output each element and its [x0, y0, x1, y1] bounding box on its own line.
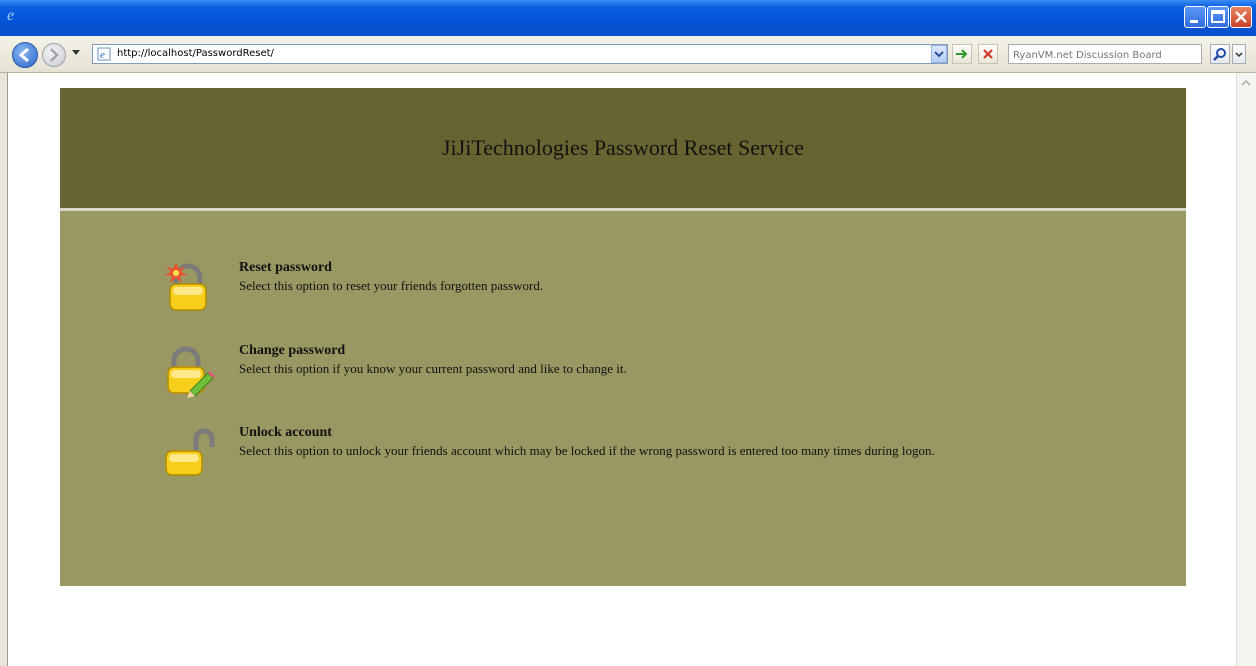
option-title[interactable]: Unlock account	[239, 425, 332, 441]
vertical-scrollbar[interactable]	[1236, 73, 1256, 666]
stop-button[interactable]	[978, 44, 998, 64]
change-password-option[interactable]: Change password Select this option if yo…	[160, 343, 1120, 403]
page-title: JiJiTechnologies Password Reset Service	[441, 135, 804, 160]
lock-burst-icon	[164, 262, 207, 311]
search-options-button[interactable]	[1232, 44, 1246, 64]
chevron-up-icon	[1241, 79, 1251, 86]
window-title-bar[interactable]: e	[0, 0, 1256, 36]
address-bar[interactable]: e http://localhost/PasswordReset/	[92, 44, 948, 64]
address-url[interactable]: http://localhost/PasswordReset/	[117, 47, 274, 61]
stop-icon	[983, 49, 993, 59]
chevron-down-icon	[1235, 52, 1243, 58]
back-arrow-icon	[18, 47, 29, 63]
go-arrow-icon	[956, 49, 968, 59]
close-icon	[1235, 11, 1247, 23]
close-button[interactable]	[1230, 6, 1252, 28]
search-box[interactable]	[1008, 44, 1202, 64]
option-title[interactable]: Change password	[239, 343, 345, 359]
scroll-up-button[interactable]	[1237, 74, 1255, 92]
page-icon: e	[97, 47, 111, 61]
option-description: Select this option if you know your curr…	[239, 361, 627, 376]
svg-text:e: e	[7, 7, 14, 22]
option-description: Select this option to reset your friends…	[239, 278, 544, 293]
window-left-border	[0, 73, 8, 666]
svg-text:e: e	[100, 49, 105, 61]
chevron-down-icon	[934, 51, 944, 58]
option-description: Select this option to unlock your friend…	[239, 443, 935, 458]
go-button[interactable]	[952, 44, 972, 64]
back-button[interactable]	[12, 42, 38, 68]
unlocked-padlock-icon	[165, 428, 215, 476]
search-button[interactable]	[1210, 44, 1230, 64]
address-dropdown-button[interactable]	[931, 45, 947, 63]
lock-pencil-icon	[167, 346, 215, 398]
minimize-button[interactable]	[1184, 6, 1206, 28]
forward-arrow-icon	[50, 48, 59, 62]
ie-icon: e	[7, 7, 14, 22]
unlock-account-option[interactable]: Unlock account Select this option to unl…	[160, 425, 1120, 485]
page-header-banner: JiJiTechnologies Password Reset Service	[60, 88, 1186, 208]
forward-button[interactable]	[42, 43, 66, 67]
minimize-icon	[1190, 20, 1198, 23]
maximize-icon	[1211, 10, 1225, 23]
history-dropdown-icon[interactable]	[72, 50, 80, 55]
search-input[interactable]	[1013, 47, 1199, 64]
search-icon	[1213, 48, 1226, 61]
maximize-button[interactable]	[1207, 6, 1229, 28]
reset-password-option[interactable]: Reset password Select this option to res…	[160, 260, 1120, 320]
option-title[interactable]: Reset password	[239, 260, 332, 276]
